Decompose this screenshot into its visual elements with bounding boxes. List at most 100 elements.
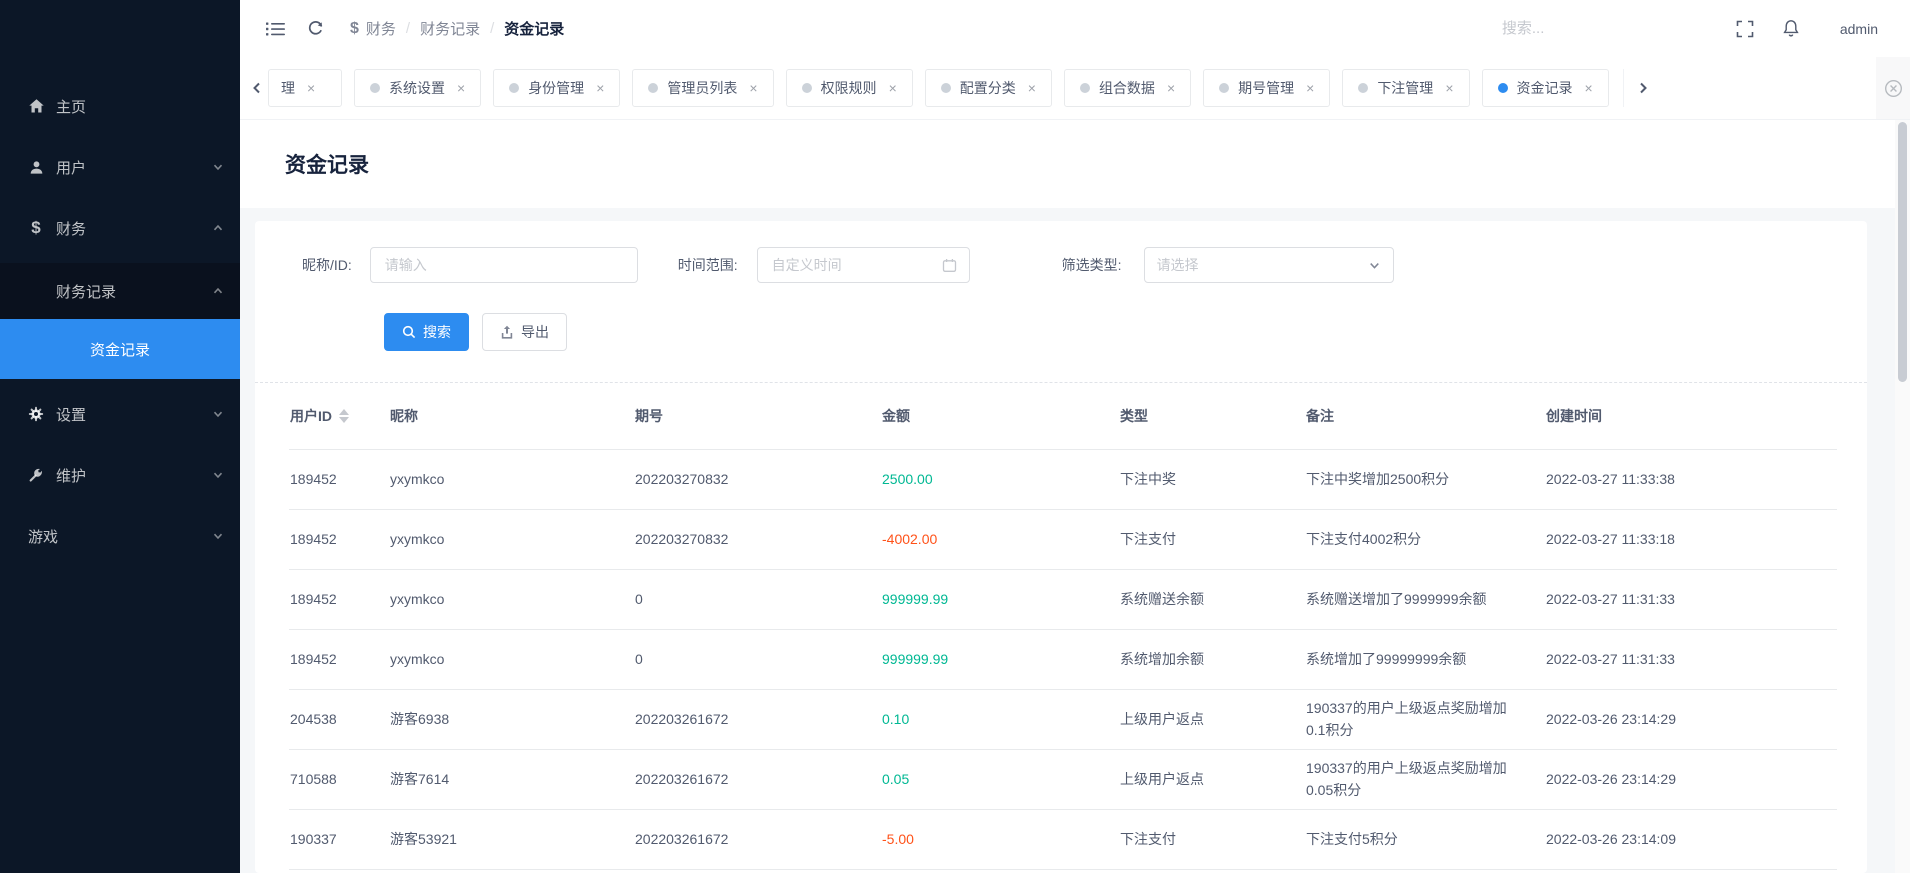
dollar-icon: $ xyxy=(31,218,41,237)
page-title: 资金记录 xyxy=(285,154,369,177)
chevron-down-icon xyxy=(212,161,224,173)
cell-period: 202203270832 xyxy=(634,449,881,510)
tab-config-category[interactable]: 配置分类 × xyxy=(924,69,1052,107)
cell-user-id: 710588 xyxy=(289,749,389,810)
content-area: 昵称/ID: 时间范围: 筛选类型: 请选择 xyxy=(240,208,1895,873)
cell-created-at: 2022-03-26 23:14:09 xyxy=(1545,809,1837,870)
col-amount: 金额 xyxy=(881,383,1119,450)
sidebar-item-users[interactable]: 用户 xyxy=(0,141,240,193)
topbar: $ 财务 / 财务记录 / 资金记录 admin xyxy=(240,0,1910,57)
cell-period: 0 xyxy=(634,629,881,690)
tab-admin-list[interactable]: 管理员列表 × xyxy=(632,69,774,107)
menu-collapse-icon[interactable] xyxy=(266,21,285,37)
cell-user-id: 190337 xyxy=(289,809,389,870)
sidebar-item-games[interactable]: 游戏 xyxy=(0,510,240,562)
nickname-input-field[interactable] xyxy=(382,256,625,274)
breadcrumb-current: 资金记录 xyxy=(504,21,565,38)
cell-user-id: 189452 xyxy=(289,449,389,510)
table-row: 190337 游客53921 202203261672 -5.00 下注支付 下… xyxy=(289,809,1837,870)
cell-period: 202203270832 xyxy=(634,509,881,570)
user-icon xyxy=(26,160,46,175)
tab-dot xyxy=(1219,83,1230,93)
sidebar-item-settings[interactable]: 设置 xyxy=(0,388,240,440)
close-icon[interactable]: × xyxy=(307,81,315,95)
tab-dot xyxy=(370,83,380,93)
col-user-id: 用户ID xyxy=(289,383,389,450)
chevron-up-icon xyxy=(212,222,224,234)
tab-bet-management[interactable]: 下注管理 × xyxy=(1342,69,1470,107)
global-search-input[interactable] xyxy=(1499,19,1690,38)
chevron-down-icon xyxy=(1368,259,1381,272)
time-range-input[interactable] xyxy=(756,247,970,283)
col-period: 期号 xyxy=(634,383,881,450)
time-range-input-field[interactable] xyxy=(769,256,942,274)
tab-label: 系统设置 xyxy=(389,80,445,96)
cell-created-at: 2022-03-27 11:31:33 xyxy=(1545,569,1837,630)
cell-nickname: yxymkco xyxy=(389,449,634,510)
refresh-icon[interactable] xyxy=(307,20,324,37)
cell-type: 下注支付 xyxy=(1119,809,1305,870)
col-created-at: 创建时间 xyxy=(1545,383,1837,450)
tab-truncated[interactable]: 理 × xyxy=(268,69,342,107)
breadcrumb-finance-records[interactable]: 财务记录 xyxy=(420,18,480,39)
close-icon[interactable]: × xyxy=(889,81,897,95)
sidebar-item-label: 财务 xyxy=(56,220,87,238)
sidebar-item-fund-records[interactable]: 资金记录 xyxy=(0,319,240,379)
notification-bell-icon[interactable] xyxy=(1782,19,1800,38)
table-row: 204538 游客6938 202203261672 0.10 上级用户返点 1… xyxy=(289,689,1837,750)
search-button[interactable]: 搜索 xyxy=(384,313,469,351)
cell-nickname: 游客7614 xyxy=(389,749,634,810)
calendar-icon xyxy=(942,258,957,273)
home-icon xyxy=(26,98,46,114)
tab-system-settings[interactable]: 系统设置 × xyxy=(354,69,482,107)
cell-created-at: 2022-03-27 11:33:38 xyxy=(1545,449,1837,510)
cell-nickname: 游客53921 xyxy=(389,809,634,870)
tab-combo-data[interactable]: 组合数据 × xyxy=(1063,69,1192,107)
sidebar-item-maintenance[interactable]: 维护 xyxy=(0,449,240,501)
close-icon[interactable]: × xyxy=(457,81,465,95)
close-icon[interactable]: × xyxy=(1306,81,1314,95)
table-row: 189452 yxymkco 202203270832 2500.00 下注中奖… xyxy=(289,449,1837,510)
cell-period: 202203261672 xyxy=(634,689,881,750)
cell-remark: 190337的用户上级返点奖励增加0.1积分 xyxy=(1305,689,1545,750)
close-icon[interactable]: × xyxy=(1167,81,1175,95)
cell-created-at: 2022-03-26 23:14:29 xyxy=(1545,689,1837,750)
tab-label: 下注管理 xyxy=(1377,80,1434,96)
title-band: 资金记录 xyxy=(240,120,1895,208)
cell-remark: 系统赠送增加了9999999余额 xyxy=(1305,569,1545,630)
vertical-scrollbar[interactable] xyxy=(1895,120,1910,873)
export-button[interactable]: 导出 xyxy=(482,313,567,351)
tab-identity[interactable]: 身份管理 × xyxy=(493,69,621,107)
sidebar-item-label: 资金记录 xyxy=(89,341,150,359)
tab-scroll-right-icon[interactable] xyxy=(1622,69,1650,107)
cell-nickname: yxymkco xyxy=(389,509,634,570)
scrollbar-thumb[interactable] xyxy=(1898,122,1907,382)
close-icon[interactable]: × xyxy=(1445,81,1453,95)
user-menu[interactable]: admin xyxy=(1840,21,1878,37)
close-icon[interactable]: × xyxy=(749,81,757,95)
close-icon[interactable]: × xyxy=(1585,81,1593,95)
cell-period: 202203261672 xyxy=(634,809,881,870)
tab-period-management[interactable]: 期号管理 × xyxy=(1203,69,1331,107)
nickname-input[interactable] xyxy=(369,247,638,283)
sidebar-item-finance[interactable]: $ 财务 xyxy=(0,202,240,254)
sidebar-item-finance-records[interactable]: 财务记录 xyxy=(0,263,240,319)
tab-scroll-left-icon[interactable] xyxy=(250,81,264,95)
close-icon[interactable]: × xyxy=(596,81,604,95)
cell-nickname: 游客6938 xyxy=(389,689,634,750)
fullscreen-icon[interactable] xyxy=(1736,20,1754,38)
cell-type: 下注支付 xyxy=(1119,509,1305,570)
tab-label: 期号管理 xyxy=(1238,80,1295,96)
breadcrumb-finance[interactable]: 财务 xyxy=(366,18,396,39)
tab-fund-records-active[interactable]: 资金记录 × xyxy=(1481,69,1609,107)
sort-icon[interactable] xyxy=(339,408,349,423)
fund-records-table: 用户ID 昵称 期号 金额 类型 备注 创建时间 189452 yxymkco … xyxy=(289,383,1837,870)
cell-amount: 2500.00 xyxy=(881,449,1119,510)
type-select[interactable]: 请选择 xyxy=(1143,247,1394,283)
cell-remark: 下注支付4002积分 xyxy=(1305,509,1545,570)
sidebar-item-home[interactable]: 主页 xyxy=(0,80,240,132)
tab-permission-rules[interactable]: 权限规则 × xyxy=(785,69,913,107)
close-all-tabs-icon[interactable] xyxy=(1876,57,1910,119)
close-icon[interactable]: × xyxy=(1028,81,1036,95)
tab-label: 理 xyxy=(281,80,295,96)
